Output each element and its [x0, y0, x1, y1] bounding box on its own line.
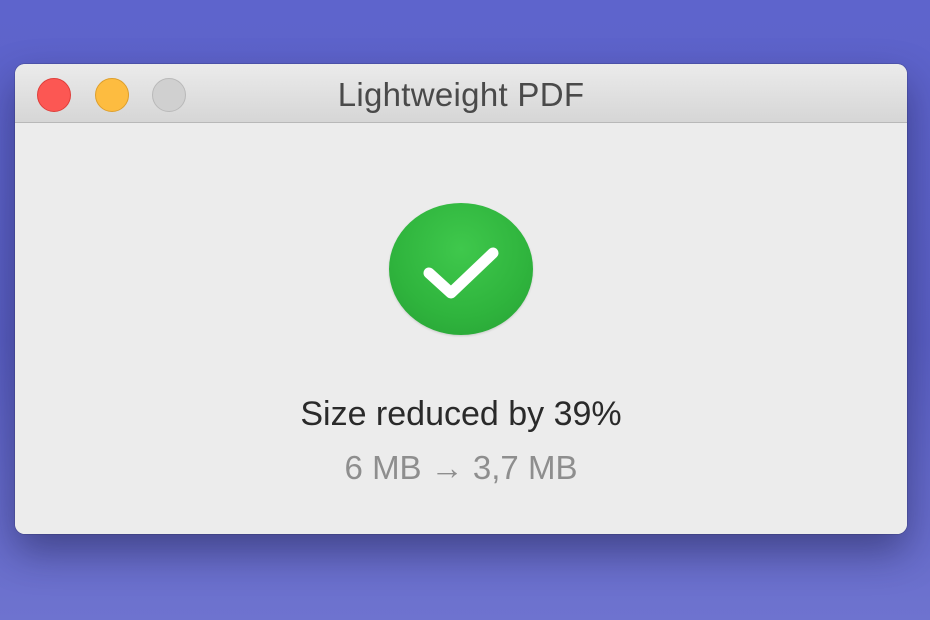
- reduction-headline: Size reduced by 39%: [300, 395, 622, 433]
- title-bar[interactable]: Lightweight PDF: [15, 64, 907, 123]
- app-window: Lightweight PDF Size reduced by 39% 6 MB…: [15, 64, 907, 534]
- checkmark-icon: [423, 247, 499, 299]
- result-panel: Size reduced by 39% 6 MB → 3,7 MB: [15, 123, 907, 534]
- window-title: Lightweight PDF: [337, 76, 585, 113]
- success-icon: [389, 203, 533, 335]
- size-comparison: 6 MB → 3,7 MB: [344, 449, 578, 486]
